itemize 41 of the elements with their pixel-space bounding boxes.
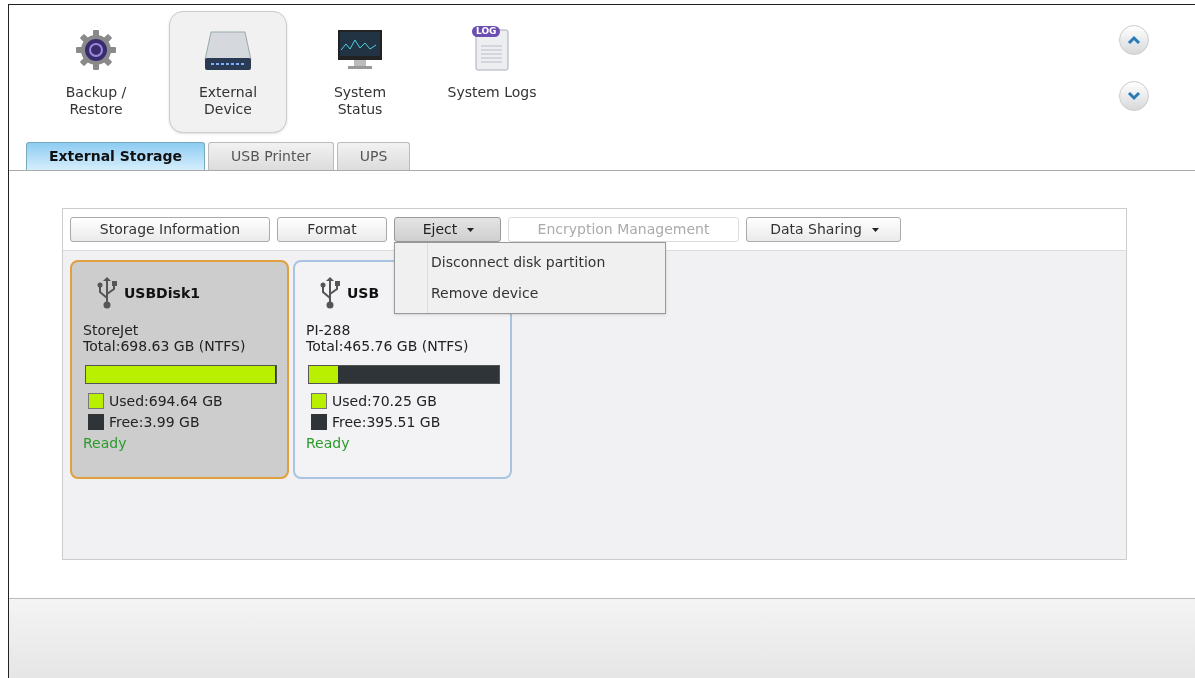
- disk-status: Ready: [306, 434, 350, 453]
- free-legend-swatch: [88, 414, 104, 430]
- used-size: Used:694.64 GB: [109, 392, 223, 410]
- disk-model: StoreJet: [83, 322, 139, 338]
- chevron-down-icon: [1127, 91, 1141, 101]
- log-document-icon: [472, 28, 512, 72]
- disk-name: USBDisk1: [124, 283, 200, 303]
- free-size: Free:395.51 GB: [332, 413, 441, 431]
- monitor-icon: [336, 28, 384, 72]
- tab[interactable]: External Storage: [26, 142, 206, 170]
- tab[interactable]: UPS: [336, 142, 411, 170]
- used-legend-swatch: [311, 393, 327, 409]
- toolbar-button[interactable]: Storage Information: [70, 217, 270, 242]
- disk-card[interactable]: USBDisk1 StoreJet Total:698.63 GB (NTFS) Used:694.64 GB Free:3.99 GB Ready: [70, 260, 289, 479]
- disk-model: PI-288: [306, 322, 351, 338]
- nav-item[interactable]: Backup / Restore: [37, 11, 155, 133]
- dropdown-button[interactable]: Eject: [394, 217, 501, 242]
- used-size: Used:70.25 GB: [332, 392, 437, 410]
- disk-total: Total:465.76 GB (NTFS): [306, 338, 469, 355]
- chevron-up-icon: [1127, 35, 1141, 45]
- disk-name: USB: [347, 283, 380, 303]
- scroll-down-button[interactable]: [1119, 81, 1149, 111]
- free-size: Free:3.99 GB: [109, 413, 200, 431]
- free-legend-swatch: [311, 414, 327, 430]
- used-legend-swatch: [88, 393, 104, 409]
- dropdown-button[interactable]: Data Sharing: [746, 217, 901, 242]
- usb-icon: [319, 276, 341, 310]
- disk-status: Ready: [83, 434, 127, 453]
- usb-icon: [96, 276, 118, 310]
- caret-icon: [871, 227, 879, 232]
- disk-total: Total:698.63 GB (NTFS): [83, 338, 246, 355]
- nav-item[interactable]: System Status: [301, 11, 419, 133]
- nav-item[interactable]: LOG System Logs: [433, 11, 551, 133]
- log-badge: LOG: [472, 26, 501, 37]
- toolbar-button[interactable]: Format: [277, 217, 387, 242]
- caret-icon: [467, 227, 475, 232]
- gear-icon: [74, 28, 118, 72]
- nav-item[interactable]: External Device: [169, 11, 287, 133]
- scroll-up-button[interactable]: [1119, 25, 1149, 55]
- tab[interactable]: USB Printer: [208, 142, 334, 170]
- hard-drive-icon: [203, 28, 253, 72]
